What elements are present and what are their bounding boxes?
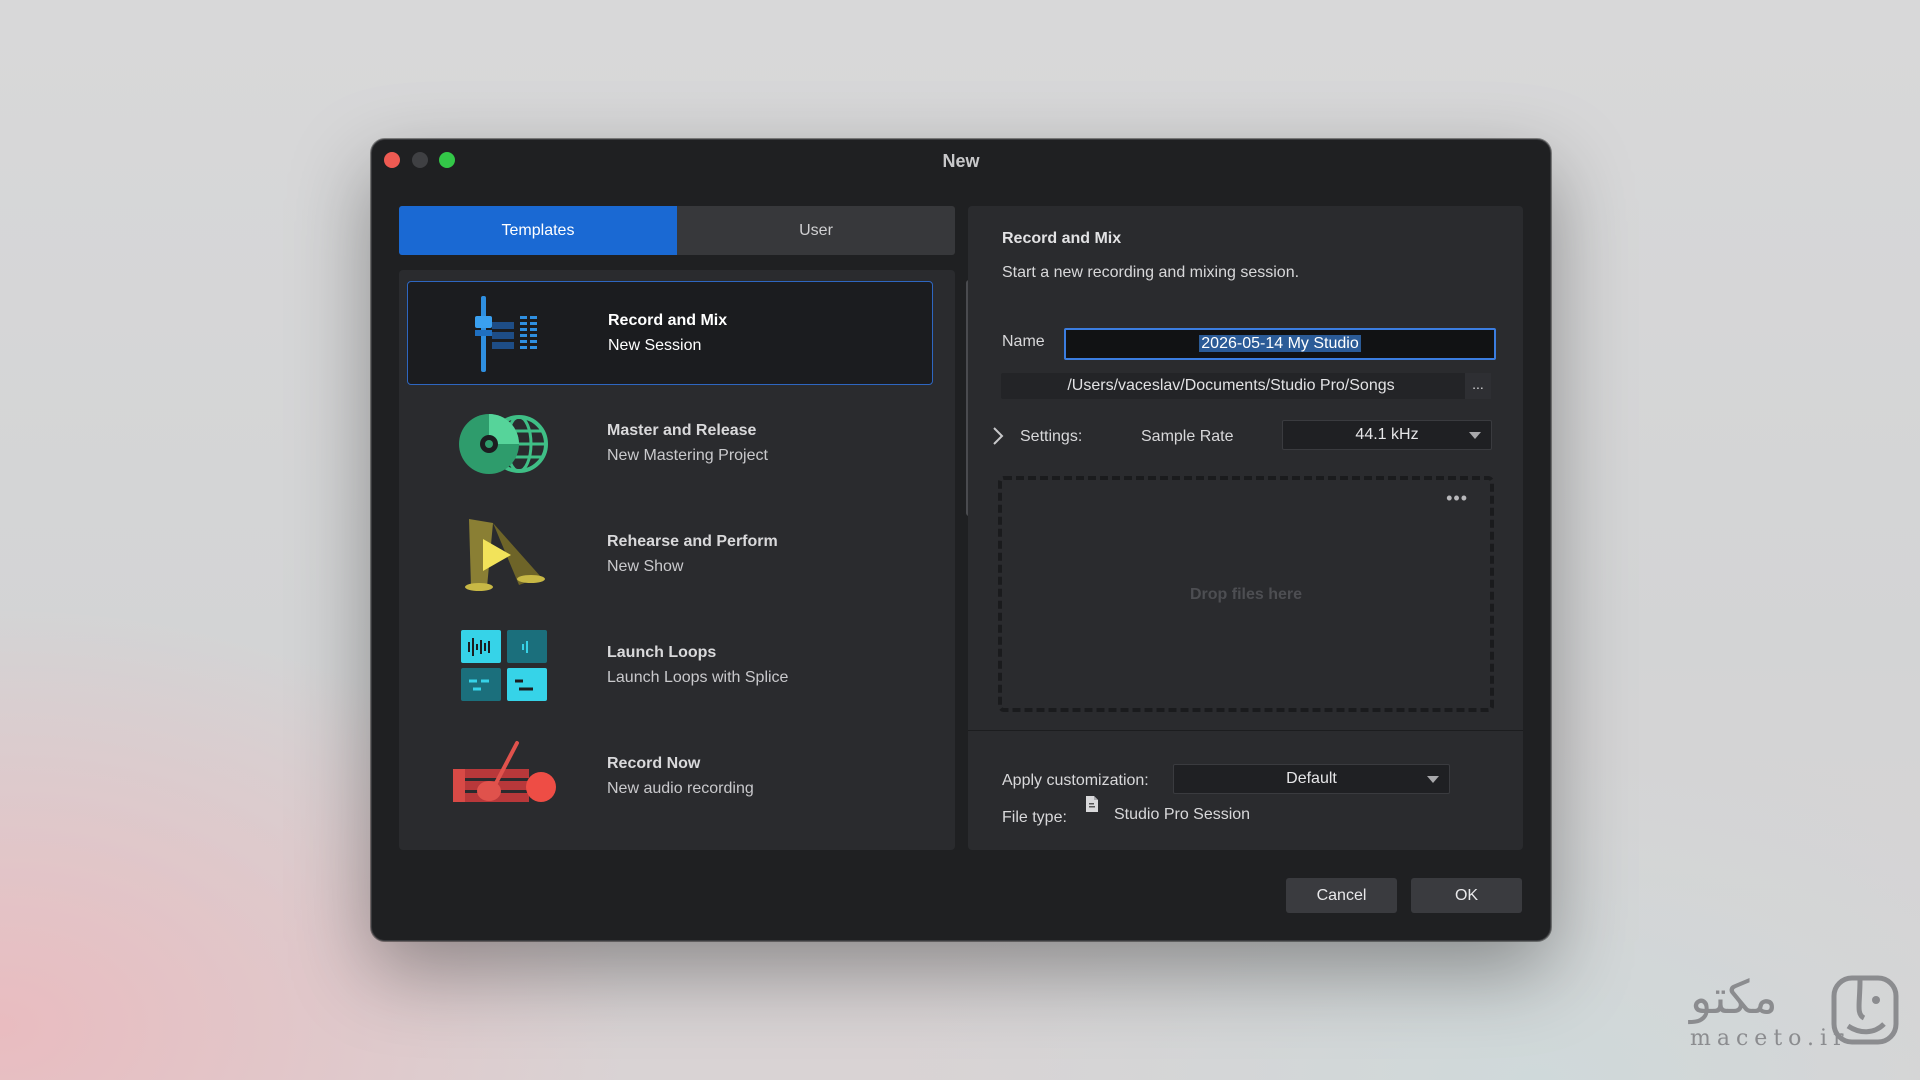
- panel-divider: [968, 730, 1523, 731]
- name-input[interactable]: 2026-05-14 My Studio: [1064, 328, 1496, 360]
- tab-templates[interactable]: Templates: [399, 206, 677, 255]
- template-title: Record and Mix: [608, 312, 728, 329]
- file-type-label: File type:: [1002, 809, 1067, 826]
- new-document-window: New Templates User Record and Mix New Se…: [371, 139, 1551, 941]
- file-type-value: Studio Pro Session: [1114, 806, 1251, 823]
- more-options-icon[interactable]: •••: [1446, 488, 1468, 509]
- sample-rate-label: Sample Rate: [1141, 428, 1234, 445]
- chevron-down-icon: [1427, 776, 1439, 783]
- tab-user[interactable]: User: [677, 206, 955, 255]
- location-path: /Users/vaceslav/Documents/Studio Pro/Son…: [1067, 377, 1395, 394]
- customization-select[interactable]: Default: [1173, 764, 1450, 794]
- location-path-field[interactable]: /Users/vaceslav/Documents/Studio Pro/Son…: [1001, 373, 1491, 399]
- disc-globe-icon: [459, 414, 548, 474]
- document-icon: [1086, 796, 1098, 812]
- template-subtitle: New Mastering Project: [607, 447, 768, 464]
- template-master-and-release[interactable]: Master and Release New Mastering Project: [407, 392, 933, 496]
- watermark: مکتو maceto.ir: [1680, 970, 1910, 1060]
- details-title: Record and Mix: [1002, 230, 1122, 247]
- sample-rate-value: 44.1 kHz: [1355, 426, 1419, 443]
- window-title: New: [942, 151, 980, 171]
- logo-face-icon: [1831, 975, 1899, 1045]
- cancel-button[interactable]: Cancel: [1286, 878, 1397, 913]
- mixer-fader-icon: [475, 296, 537, 372]
- title-bar: New: [372, 140, 1550, 182]
- loop-grid-icon: [461, 630, 547, 701]
- template-title: Record Now: [607, 755, 701, 772]
- template-subtitle: New Session: [608, 337, 702, 354]
- template-launch-loops[interactable]: Launch Loops Launch Loops with Splice: [407, 614, 933, 718]
- template-list: Record and Mix New Session Master and Re…: [399, 270, 972, 850]
- template-title: Launch Loops: [607, 644, 717, 661]
- customization-value: Default: [1286, 770, 1337, 787]
- chevron-down-icon: [1469, 432, 1481, 439]
- drop-zone[interactable]: ••• Drop files here: [998, 476, 1494, 712]
- settings-expand-chevron-icon[interactable]: [990, 426, 1006, 446]
- template-record-now[interactable]: Record Now New audio recording: [407, 725, 933, 829]
- template-record-and-mix[interactable]: Record and Mix New Session: [407, 281, 933, 385]
- template-details-panel: Record and Mix Start a new recording and…: [968, 206, 1523, 850]
- template-subtitle: New audio recording: [607, 780, 754, 797]
- template-rehearse-and-perform[interactable]: Rehearse and Perform New Show: [407, 503, 933, 607]
- ok-button[interactable]: OK: [1411, 878, 1522, 913]
- watermark-latin-text: maceto.ir: [1690, 1026, 1850, 1051]
- watermark-arabic-text: مکتو: [1690, 970, 1778, 1024]
- template-subtitle: New Show: [607, 558, 684, 575]
- name-input-value: 2026-05-14 My Studio: [1199, 335, 1361, 352]
- details-description: Start a new recording and mixing session…: [1002, 264, 1300, 281]
- customization-label: Apply customization:: [1002, 772, 1149, 789]
- guitar-record-icon: [453, 741, 556, 802]
- template-title: Master and Release: [607, 422, 757, 439]
- browse-location-button[interactable]: ...: [1465, 373, 1491, 399]
- stage-play-icon: [465, 519, 545, 591]
- template-tabs: Templates User: [399, 206, 955, 255]
- drop-zone-label: Drop files here: [1189, 586, 1303, 603]
- template-subtitle: Launch Loops with Splice: [607, 669, 789, 686]
- template-title: Rehearse and Perform: [607, 533, 778, 550]
- settings-label: Settings:: [1020, 428, 1083, 445]
- name-label: Name: [1002, 333, 1045, 350]
- sample-rate-select[interactable]: 44.1 kHz: [1282, 420, 1492, 450]
